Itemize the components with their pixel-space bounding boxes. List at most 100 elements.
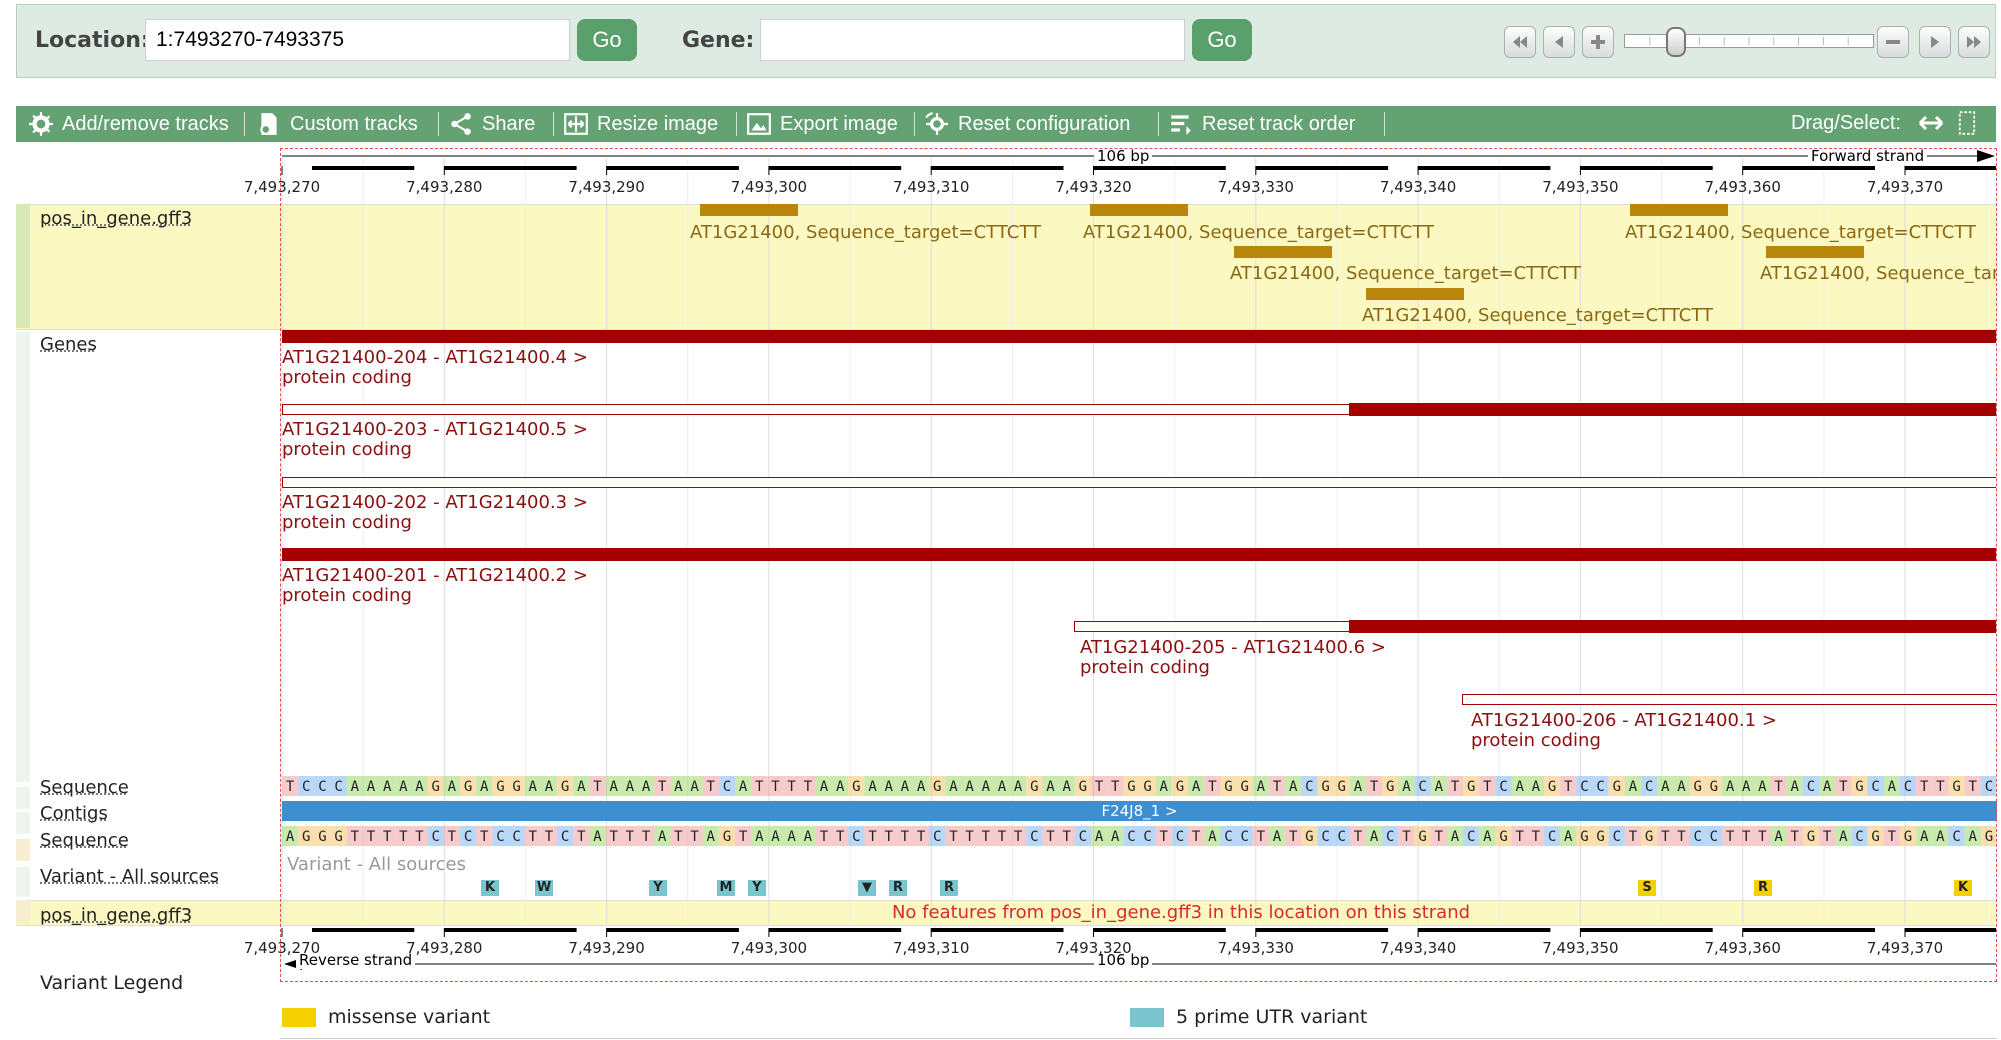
base-letter: T — [1451, 779, 1460, 795]
reset-track-order-button[interactable]: Reset track order — [1168, 106, 1355, 142]
reset-config-icon — [925, 112, 948, 135]
base-letter: A — [690, 779, 699, 795]
base-letter: A — [545, 779, 554, 795]
feature-label[interactable]: AT1G21400, Sequence_targ — [1760, 263, 1996, 284]
scroll-far-left-button[interactable] — [1504, 26, 1536, 58]
base-letter: C — [1548, 829, 1556, 845]
genome-browser-image[interactable]: pos_in_gene.gff3 Genes Sequence Contigs … — [16, 142, 1997, 1040]
base-letter: T — [577, 829, 586, 845]
base-letter: G — [1321, 779, 1329, 795]
base-letter: T — [755, 779, 764, 795]
transcript-label[interactable]: AT1G21400-206 - AT1G21400.1 > protein co… — [1471, 711, 1777, 751]
transcript-label[interactable]: AT1G21400-204 - AT1G21400.4 > protein co… — [282, 348, 588, 388]
variant-badge[interactable]: R — [889, 880, 907, 896]
ruler-tick-label: 7,493,320 — [1055, 178, 1132, 196]
feature-label[interactable]: AT1G21400, Sequence_target=CTTCTT — [690, 222, 1041, 243]
variant-badge[interactable]: K — [1954, 880, 1972, 896]
contig-bar[interactable]: F24J8_1 > — [282, 801, 1997, 821]
zoom-slider-thumb[interactable] — [1666, 27, 1686, 57]
variant-badge[interactable]: Y — [649, 880, 667, 896]
ruler-tick-label: 7,493,270 — [243, 939, 321, 957]
base-letter: T — [1774, 779, 1783, 795]
base-letter: A — [998, 779, 1007, 795]
drag-select-label: Drag/Select: — [1790, 112, 1901, 134]
base-letter: A — [1515, 779, 1524, 795]
drag-select-controls — [1918, 109, 1976, 137]
base-letter: A — [415, 779, 424, 795]
base-letter: A — [804, 829, 813, 845]
base-letter: T — [448, 829, 457, 845]
variant-badge[interactable]: ▼ — [858, 880, 876, 896]
feature-label[interactable]: AT1G21400, Sequence_target=CTTCTT — [1625, 222, 1976, 243]
base-letter: C — [496, 829, 504, 845]
base-letter: A — [674, 779, 683, 795]
base-letter: C — [723, 779, 731, 795]
variant-badge[interactable]: M — [717, 880, 735, 896]
zoom-in-button[interactable] — [1582, 26, 1614, 58]
location-go-button[interactable]: Go — [577, 19, 637, 61]
transcript-biotype: protein coding — [282, 512, 412, 533]
ruler-gap — [414, 166, 445, 170]
ruler-tick-label: 7,493,360 — [1704, 178, 1781, 196]
variant-badge[interactable]: K — [481, 880, 499, 896]
share-button[interactable]: Share — [448, 106, 535, 142]
resize-image-button[interactable]: Resize image — [563, 106, 718, 142]
base-letter: T — [787, 779, 796, 795]
base-letter: T — [885, 829, 894, 845]
variant-badge[interactable]: Y — [748, 880, 766, 896]
variant-badge[interactable]: W — [535, 880, 553, 896]
base-letter: T — [965, 829, 974, 845]
base-letter: T — [1483, 779, 1492, 795]
ruler-gap — [1063, 166, 1094, 170]
feature-label[interactable]: AT1G21400, Sequence_target=CTTCTT — [1230, 263, 1581, 284]
plus-icon — [1591, 35, 1605, 49]
base-letter: A — [771, 829, 780, 845]
transcript-label[interactable]: AT1G21400-205 - AT1G21400.6 > protein co… — [1080, 638, 1386, 678]
base-letter: C — [1176, 829, 1184, 845]
base-letter: A — [1564, 829, 1573, 845]
scroll-left-button[interactable] — [1543, 26, 1575, 58]
zoom-slider-track[interactable] — [1624, 34, 1874, 48]
base-letter: T — [901, 829, 910, 845]
gene-go-button[interactable]: Go — [1192, 19, 1252, 61]
base-letter: C — [1596, 779, 1604, 795]
ruler-gap — [1550, 166, 1581, 170]
reset-configuration-label: Reset configuration — [958, 112, 1131, 135]
transcript-label[interactable]: AT1G21400-203 - AT1G21400.5 > protein co… — [282, 420, 588, 460]
reset-configuration-button[interactable]: Reset configuration — [924, 106, 1130, 142]
zoom-out-button[interactable] — [1877, 26, 1909, 58]
transcript-label[interactable]: AT1G21400-201 - AT1G21400.2 > protein co… — [282, 566, 588, 606]
drag-arrows-icon[interactable] — [1918, 113, 1944, 133]
base-letter: T — [609, 829, 618, 845]
feature-label[interactable]: AT1G21400, Sequence_target=CTTCTT — [1083, 222, 1434, 243]
variant-badge[interactable]: R — [940, 880, 958, 896]
double-left-arrow-icon — [1513, 36, 1527, 48]
base-letter: G — [302, 829, 310, 845]
base-letter: A — [1257, 779, 1266, 795]
base-letter: C — [512, 829, 520, 845]
transcript-bar — [282, 548, 1996, 561]
gene-input[interactable] — [760, 19, 1185, 61]
base-letter: A — [286, 829, 295, 845]
variant-badge[interactable]: S — [1638, 880, 1656, 896]
transcript-name: AT1G21400-203 - AT1G21400.5 > — [282, 419, 588, 440]
custom-tracks-button[interactable]: Custom tracks — [256, 106, 418, 142]
feature-label[interactable]: AT1G21400, Sequence_target=CTTCTT — [1362, 305, 1713, 326]
base-letter: T — [480, 829, 489, 845]
scroll-far-right-button[interactable] — [1958, 26, 1990, 58]
transcript-label[interactable]: AT1G21400-202 - AT1G21400.3 > protein co… — [282, 493, 588, 533]
variant-badge[interactable]: R — [1754, 880, 1772, 896]
base-letter: C — [302, 779, 310, 795]
base-letter: T — [1273, 779, 1282, 795]
base-letter: C — [1807, 779, 1815, 795]
transcript-cds — [1349, 403, 1996, 416]
base-letter: A — [480, 779, 489, 795]
base-letter: A — [1839, 829, 1848, 845]
base-letter: G — [1305, 829, 1313, 845]
export-image-button[interactable]: Export image — [746, 106, 898, 142]
base-letter: T — [1726, 829, 1735, 845]
scroll-right-button[interactable] — [1919, 26, 1951, 58]
add-remove-tracks-button[interactable]: Add/remove tracks — [28, 106, 229, 142]
location-input[interactable] — [145, 19, 570, 61]
select-box-icon[interactable] — [1958, 109, 1976, 137]
